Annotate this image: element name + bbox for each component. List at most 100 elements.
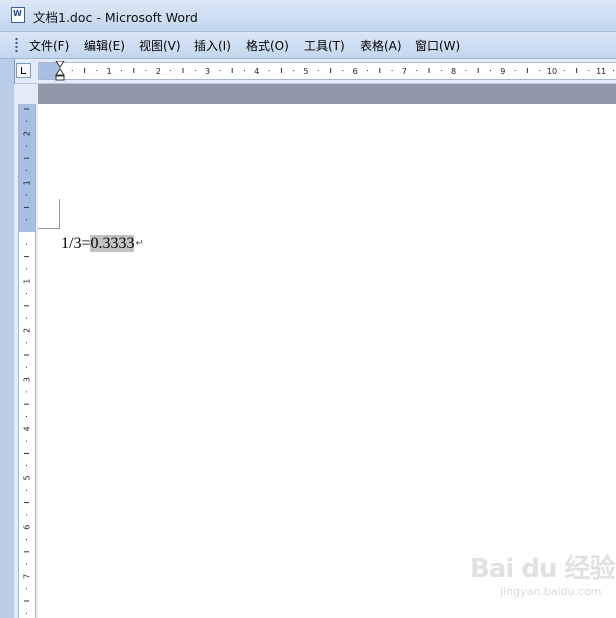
watermark-url: jingyan.baidu.com	[500, 585, 602, 598]
ruler-tick	[24, 502, 29, 504]
ruler-tick	[24, 206, 29, 208]
ruler-number: 2	[23, 328, 32, 333]
menu-format[interactable]: 格式(O)	[246, 37, 289, 54]
ruler-tick	[26, 391, 27, 393]
ruler-tick	[24, 354, 29, 356]
ruler-tick	[145, 70, 147, 71]
menu-insert[interactable]: 插入(I)	[194, 37, 231, 54]
ruler-number: 4	[23, 426, 32, 431]
menu-table[interactable]: 表格(A)	[360, 37, 402, 54]
title-bar: W 文档1.doc - Microsoft Word	[0, 0, 616, 32]
window-left-edge	[0, 59, 15, 618]
window-title: 文档1.doc - Microsoft Word	[33, 10, 198, 25]
baidu-watermark: Bai du 经验 jingyan.baidu.com	[470, 548, 615, 603]
watermark-brand: Bai du 经验	[470, 554, 615, 584]
ruler-tick	[539, 70, 541, 71]
ruler-tick	[26, 612, 27, 614]
ruler-number: 9	[500, 67, 505, 76]
ruler-tick	[182, 68, 184, 73]
document-page[interactable]	[38, 104, 616, 618]
ruler-number: 1	[23, 180, 32, 185]
ruler-tick	[24, 157, 29, 159]
ruler-tick	[391, 70, 393, 71]
ruler-tick	[96, 70, 98, 71]
menu-window[interactable]: 窗口(W)	[415, 37, 460, 54]
ruler-tick	[26, 194, 27, 196]
ruler-tick	[26, 145, 27, 147]
selected-text[interactable]: 0.3333	[90, 235, 135, 252]
ruler-tick	[367, 70, 368, 71]
ruler-tick	[526, 68, 528, 73]
ruler-tick	[26, 588, 27, 590]
ruler-tick	[342, 70, 344, 71]
ruler-number: 3	[205, 67, 210, 76]
text-boundary-corner-h	[38, 228, 60, 229]
ruler-tick	[440, 70, 442, 71]
ruler-tick	[24, 600, 29, 602]
ruler-tick	[26, 219, 27, 221]
ruler-tick	[26, 317, 27, 319]
ruler-tick	[26, 489, 27, 491]
ruler-tick	[24, 403, 29, 405]
ruler-tick	[563, 70, 565, 71]
document-text[interactable]: 1/3=	[61, 235, 90, 252]
ruler-tick	[194, 70, 196, 71]
ruler-number: 6	[23, 525, 32, 530]
ruler-tick	[121, 70, 122, 71]
ruler-tick	[465, 70, 467, 71]
vertical-ruler[interactable]: 2 1 1 2 3 4 5 6 7	[18, 104, 36, 618]
ruler-tick	[317, 70, 319, 71]
ruler-tick	[231, 68, 233, 73]
menu-file[interactable]: 文件(F)	[29, 37, 69, 54]
ruler-tick	[24, 452, 29, 454]
tab-stop-selector[interactable]	[16, 63, 31, 78]
ruler-number: 6	[353, 67, 358, 76]
ruler-tick	[26, 465, 27, 467]
ruler-number: 2	[23, 131, 32, 136]
menu-view[interactable]: 视图(V)	[139, 37, 181, 54]
ruler-tick	[428, 68, 430, 73]
ruler-tick	[293, 70, 295, 71]
ruler-number: 5	[23, 475, 32, 480]
ruler-number: 4	[254, 67, 259, 76]
ruler-tick	[576, 68, 578, 73]
ruler-tick	[26, 539, 27, 540]
page-top-margin-band	[38, 84, 616, 104]
ruler-tick	[24, 256, 29, 258]
horizontal-ruler[interactable]: 1 2 3 4 5 6 7 8 9 10 11	[38, 61, 616, 81]
ruler-number: 10	[547, 67, 557, 76]
word-document-icon[interactable]: W	[11, 7, 25, 23]
ruler-tick	[71, 70, 73, 71]
horizontal-ruler-bar: 1 2 3 4 5 6 7 8 9 10 11	[0, 59, 616, 84]
ruler-number: 11	[596, 67, 606, 76]
menu-tools[interactable]: 工具(T)	[304, 37, 345, 54]
ruler-tick	[490, 70, 491, 71]
ruler-number: 7	[402, 67, 407, 76]
ruler-tick	[26, 170, 27, 171]
ruler-number: 1	[107, 67, 112, 76]
menu-edit[interactable]: 编辑(E)	[84, 37, 125, 54]
ruler-tick	[268, 70, 270, 71]
indent-marker-icon[interactable]	[55, 61, 65, 81]
ruler-tick	[26, 293, 27, 294]
ruler-tick	[26, 416, 27, 417]
ruler-tick	[26, 342, 27, 344]
ruler-tick	[170, 70, 172, 71]
ruler-tick	[416, 70, 418, 71]
vertical-ruler-ticks: 2 1 1 2 3 4 5 6 7	[23, 108, 32, 614]
ruler-tick	[26, 120, 27, 122]
ruler-tick	[24, 108, 29, 110]
ruler-tick	[330, 68, 332, 73]
toolbar-gripper-icon[interactable]	[15, 37, 18, 53]
ruler-tick	[477, 68, 479, 73]
text-boundary-corner	[59, 199, 60, 229]
document-text-line[interactable]: 1/3=0.3333↵	[61, 233, 144, 255]
ruler-number: 3	[23, 377, 32, 382]
ruler-number: 5	[303, 67, 308, 76]
horizontal-ruler-ticks: 1 2 3 4 5 6 7 8 9 10 11	[71, 67, 614, 76]
ruler-tick	[613, 70, 614, 71]
ruler-tick	[84, 68, 86, 73]
ruler-tick	[24, 305, 29, 307]
ruler-number: 1	[23, 279, 32, 284]
ruler-tick	[26, 268, 27, 270]
